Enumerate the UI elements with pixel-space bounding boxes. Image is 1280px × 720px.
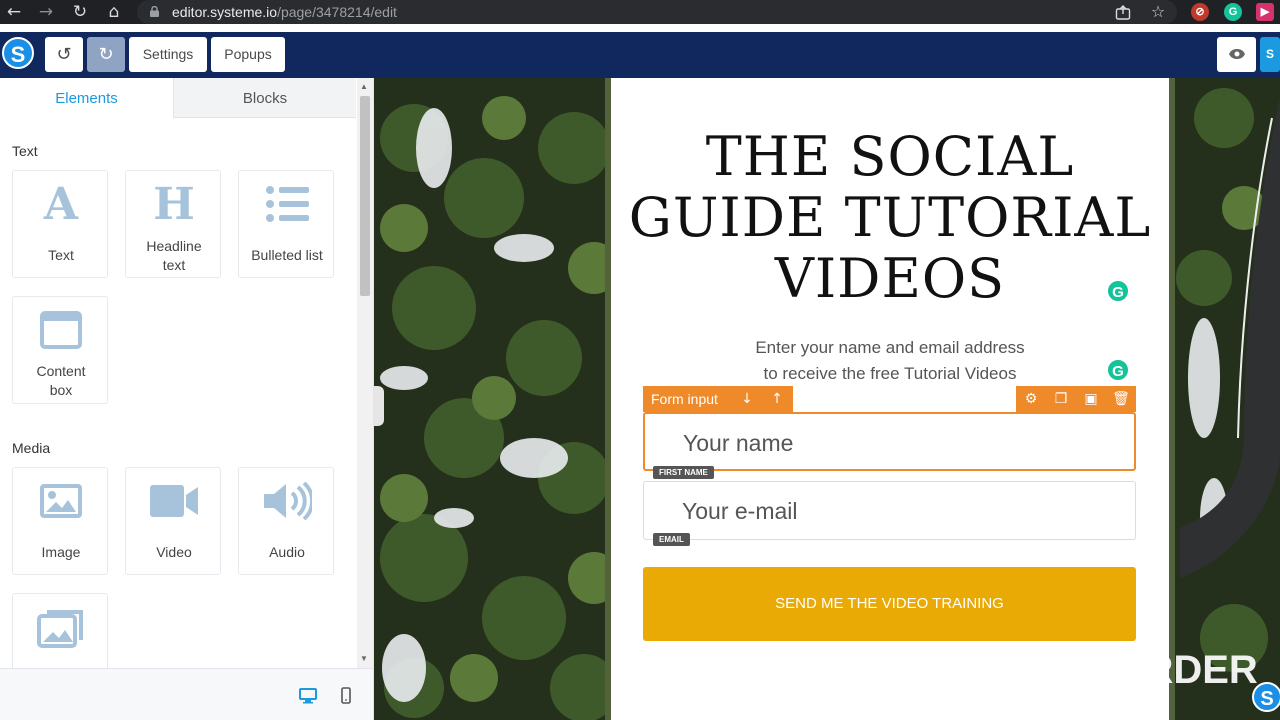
page-headline[interactable]: THE SOCIAL GUIDE TUTORIAL VIDEOS xyxy=(611,126,1169,309)
letter-h-icon: H xyxy=(153,179,195,230)
name-input[interactable]: Your name xyxy=(643,412,1136,471)
scroll-up-arrow-icon[interactable]: ▲ xyxy=(360,82,368,91)
sidebar-footer xyxy=(0,668,373,720)
sidebar-tabs: Elements Blocks xyxy=(0,78,356,118)
video-camera-icon xyxy=(126,485,222,517)
duplicate-icon[interactable]: ❐ xyxy=(1051,389,1071,409)
element-content-box[interactable]: Content box xyxy=(12,296,108,404)
element-label: Image xyxy=(41,544,81,560)
form-input-label: Form input xyxy=(651,391,718,407)
element-label: Content box xyxy=(36,363,86,398)
forward-arrow-icon[interactable]: → xyxy=(35,2,57,22)
subtext-line-2: to receive the free Tutorial Videos xyxy=(763,364,1017,383)
extension-red-icon[interactable]: ⊘ xyxy=(1191,3,1209,21)
element-label: Text xyxy=(48,247,74,263)
sidebar-collapse-handle[interactable] xyxy=(374,386,384,426)
speaker-icon xyxy=(239,482,335,520)
grammarly-icon[interactable]: G xyxy=(1106,358,1130,382)
back-arrow-icon[interactable]: ← xyxy=(3,2,25,22)
email-tag: EMAIL xyxy=(653,533,690,546)
systeme-logo[interactable]: S xyxy=(2,37,34,69)
redo-icon: ↻ xyxy=(98,44,114,65)
email-input[interactable]: Your e-mail xyxy=(643,481,1136,540)
gallery-icon xyxy=(13,608,109,648)
send-video-training-button[interactable]: SEND ME THE VIDEO TRAINING xyxy=(643,567,1136,641)
first-name-tag: FIRST NAME xyxy=(653,466,714,479)
popups-button[interactable]: Popups xyxy=(211,37,285,72)
settings-gear-icon[interactable]: ⚙ xyxy=(1021,389,1041,409)
lock-icon xyxy=(150,6,159,17)
url-text: editor.systeme.io/page/3478214/edit xyxy=(172,4,397,20)
element-label: Audio xyxy=(269,544,305,560)
preview-button[interactable] xyxy=(1217,37,1256,72)
tab-elements[interactable]: Elements xyxy=(0,78,174,118)
letter-a-icon: A xyxy=(43,179,79,230)
element-headline-text[interactable]: H Headline text xyxy=(125,170,221,278)
eye-icon xyxy=(1228,49,1245,59)
page-subtext[interactable]: Enter your name and email address to rec… xyxy=(611,335,1169,387)
form-input-actions: ⚙ ❐ ▣ 🗑 xyxy=(1016,386,1136,412)
recorder-watermark: DU RECORDER xyxy=(898,648,1258,692)
section-title-text: Text xyxy=(12,143,38,159)
settings-button[interactable]: Settings xyxy=(129,37,207,72)
elements-sidebar: Elements Blocks Text A Text H Headline t… xyxy=(0,78,374,720)
element-bulleted-list[interactable]: Bulleted list xyxy=(238,170,334,278)
home-icon[interactable]: ⌂ xyxy=(103,2,125,22)
move-down-icon[interactable]: ↓ xyxy=(737,389,757,409)
extension-pink-icon[interactable]: ▶ xyxy=(1256,3,1274,21)
undo-icon: ↺ xyxy=(56,44,72,65)
share-icon[interactable] xyxy=(1115,4,1132,20)
delete-trash-icon[interactable]: 🗑 xyxy=(1111,389,1131,409)
element-label: Video xyxy=(156,544,192,560)
redo-button[interactable]: ↻ xyxy=(87,37,125,72)
save-publish-button[interactable]: S xyxy=(1260,37,1280,72)
element-text[interactable]: A Text xyxy=(12,170,108,278)
mobile-view-icon[interactable] xyxy=(341,687,351,704)
bookmark-star-icon[interactable]: ☆ xyxy=(1147,2,1169,22)
scroll-down-arrow-icon[interactable]: ▼ xyxy=(360,654,368,663)
move-up-icon[interactable]: ↑ xyxy=(767,389,787,409)
element-label: Headline text xyxy=(146,238,202,273)
chat-widget-logo[interactable]: S xyxy=(1252,682,1280,712)
subtext-line-1: Enter your name and email address xyxy=(755,338,1025,357)
save-icon[interactable]: ▣ xyxy=(1081,389,1101,409)
reload-icon[interactable]: ↻ xyxy=(69,2,91,22)
undo-button[interactable]: ↺ xyxy=(45,37,83,72)
window-icon xyxy=(13,311,109,349)
element-image[interactable]: Image xyxy=(12,467,108,575)
desktop-view-icon[interactable] xyxy=(299,688,317,704)
camera-icon xyxy=(898,653,946,687)
tab-blocks[interactable]: Blocks xyxy=(174,78,356,118)
watermark-text: DU RECORDER xyxy=(960,647,1258,692)
form-input-toolbar: Form input ↓ ↑ xyxy=(643,386,793,412)
sidebar-scroll-thumb[interactable] xyxy=(360,96,370,296)
landing-page-section: THE SOCIAL GUIDE TUTORIAL VIDEOS G Enter… xyxy=(611,78,1169,720)
element-label: Bulleted list xyxy=(251,247,323,263)
section-title-media: Media xyxy=(12,440,51,456)
element-audio[interactable]: Audio xyxy=(238,467,334,575)
page-canvas: THE SOCIAL GUIDE TUTORIAL VIDEOS G Enter… xyxy=(374,78,1280,720)
url-host: editor.systeme.io xyxy=(172,4,278,20)
list-icon xyxy=(239,185,335,223)
grammarly-extension-icon[interactable]: G xyxy=(1224,3,1242,21)
image-icon xyxy=(13,484,109,518)
url-path: /page/3478214/edit xyxy=(277,4,397,20)
element-video[interactable]: Video xyxy=(125,467,221,575)
grammarly-icon[interactable]: G xyxy=(1106,279,1130,303)
